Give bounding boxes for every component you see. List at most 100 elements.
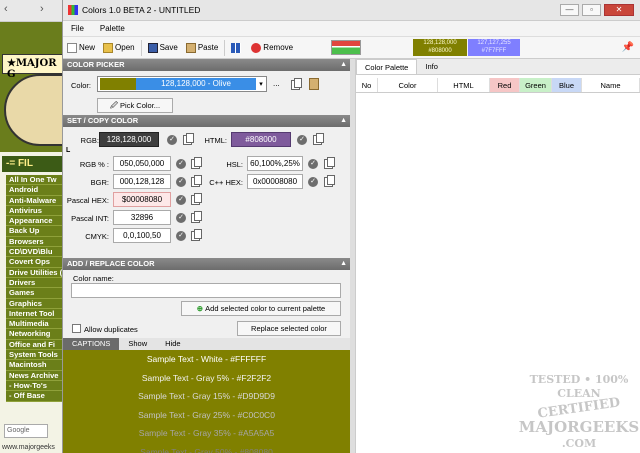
check-icon[interactable]: ✓ [176,231,186,241]
tab-info[interactable]: Info [417,59,446,74]
google-search-box[interactable]: Google [4,424,48,438]
copy-icon[interactable] [324,175,335,187]
check-icon[interactable]: ✓ [297,135,307,145]
site-nav-item[interactable]: All In One Tw [6,175,62,186]
site-nav-item[interactable]: Macintosh [6,360,62,371]
site-nav-item[interactable]: Browsers [6,236,62,248]
check-icon[interactable]: ✓ [176,213,186,223]
section-add-replace[interactable]: ADD / REPLACE COLOR ▲ [63,258,350,270]
site-nav-item[interactable]: Internet Tool [6,308,62,320]
site-nav-item[interactable]: Android [6,185,62,196]
site-nav-item[interactable]: Appearance [6,216,62,227]
copy-icon[interactable] [191,175,202,187]
column-header-blue[interactable]: Blue [552,78,582,92]
column-header-green[interactable]: Green [520,78,552,92]
copy-icon[interactable] [183,133,194,145]
column-header-color[interactable]: Color [378,78,438,92]
check-icon[interactable]: ✓ [308,159,318,169]
right-pane: Color Palette Info No Color HTML Red Green Bl… [355,59,640,453]
tab-captions[interactable]: CAPTIONS [63,338,120,350]
cmyk-value[interactable]: 0,0,100,50 [113,228,171,243]
site-nav-item[interactable]: Graphics [6,298,62,309]
copy-icon[interactable] [191,229,202,241]
site-nav-item[interactable]: News Archive [6,370,62,381]
close-button[interactable]: ✕ [604,4,634,16]
pin-icon[interactable]: 📌 [622,42,634,53]
menu-palette[interactable]: Palette [92,24,133,33]
section-set-copy[interactable]: SET / COPY COLOR ▲ [63,115,350,127]
collapse-icon[interactable]: ▲ [340,59,347,71]
add-to-palette-button[interactable]: ⊕ Add selected color to current palette [181,301,341,316]
color-name-input[interactable] [71,283,341,298]
check-icon[interactable]: ✓ [176,177,186,187]
site-nav: All In One Tw Android Anti-Malware Antiviru… [6,175,62,402]
maximize-button[interactable]: ▫ [582,4,601,16]
check-icon[interactable]: ✓ [176,159,186,169]
menu-file[interactable]: File [63,24,92,33]
paste-icon[interactable] [309,78,319,90]
pick-color-button[interactable]: 🖉 Pick Color... [97,98,173,113]
tab-color-palette[interactable]: Color Palette [356,59,418,74]
site-nav-item[interactable]: Back Up [6,226,62,237]
column-header-no[interactable]: No [356,78,378,92]
check-icon[interactable]: ✓ [308,177,318,187]
chevron-down-icon[interactable]: ▾ [256,80,266,88]
site-nav-item[interactable]: System Tools [6,350,62,361]
column-header-html[interactable]: HTML [438,78,490,92]
more-button[interactable]: ... [273,79,280,88]
bgr-value[interactable]: 000,128,128 [113,174,171,189]
tab-show[interactable]: Show [119,338,156,350]
site-nav-item[interactable]: Anti-Malware [6,195,62,206]
site-nav-item[interactable]: Multimedia [6,319,62,330]
site-nav-item[interactable]: Networking [6,329,62,340]
title-bar: Colors 1.0 BETA 2 - UNTITLED — ▫ ✕ [63,0,640,21]
rgb-percent-value[interactable]: 050,050,000 [113,156,171,171]
site-nav-item[interactable]: Drivers [6,277,62,289]
cpp-hex-value[interactable]: 0x00008080 [247,174,303,189]
rgb-value[interactable]: 128,128,000 [99,132,159,147]
pascal-hex-value[interactable]: $00008080 [113,192,171,207]
html-value[interactable]: #808000 [231,132,291,147]
copy-icon[interactable] [191,157,202,169]
site-nav-item[interactable]: Drive Utilities (USB, DVD) [6,267,62,278]
paste-button[interactable]: Paste [182,38,222,58]
column-header-name[interactable]: Name [582,78,640,92]
site-nav-item[interactable]: Office and Fi [6,339,62,351]
column-header-red[interactable]: Red [490,78,520,92]
color-label: Color: [71,81,92,90]
complement-color-swatch[interactable]: 127,127,255 #7F7FFF [468,39,520,56]
color-select[interactable]: 128,128,000 - Olive ▾ [97,76,267,92]
site-nav-item[interactable]: Games [6,288,62,299]
section-color-picker[interactable]: COLOR PICKER ▲ [63,59,350,71]
site-logo[interactable]: ★MAJOR G [2,54,62,80]
pascal-int-value[interactable]: 32896 [113,210,171,225]
copy-icon[interactable] [191,193,202,205]
minimize-button[interactable]: — [560,4,579,16]
current-color-swatch[interactable]: 128,128,000 #808000 [413,39,467,56]
allow-duplicates-checkbox[interactable] [72,324,81,333]
copy-icon[interactable] [313,133,324,145]
toolbar-separator [140,39,142,56]
site-nav-item[interactable]: CD\DVD\Blu [6,247,62,258]
open-button[interactable]: Open [99,38,139,58]
chevron-left-icon[interactable]: ‹ [4,3,8,15]
tab-hide[interactable]: Hide [156,338,189,350]
site-nav-item[interactable]: - Off Base [6,391,62,402]
collapse-icon[interactable]: ▲ [340,115,347,127]
check-icon[interactable]: ✓ [176,195,186,205]
chevron-right-icon[interactable]: › [40,3,44,15]
remove-button[interactable]: Remove [247,38,297,58]
site-nav-item[interactable]: Covert Ops [6,257,62,268]
new-button[interactable]: New [63,38,99,58]
collapse-icon[interactable]: ▲ [340,258,347,270]
copy-icon[interactable] [191,211,202,223]
copy-icon[interactable] [324,157,335,169]
grid-button[interactable] [227,38,247,58]
site-nav-item[interactable]: Antivirus [6,205,62,217]
check-icon[interactable]: ✓ [167,135,177,145]
replace-color-button[interactable]: Replace selected color [237,321,341,336]
save-button[interactable]: Save [144,38,182,58]
hsl-value[interactable]: 60,100%,25% [247,156,303,171]
copy-icon[interactable] [291,78,302,90]
site-nav-item[interactable]: - How-To's [6,380,62,392]
